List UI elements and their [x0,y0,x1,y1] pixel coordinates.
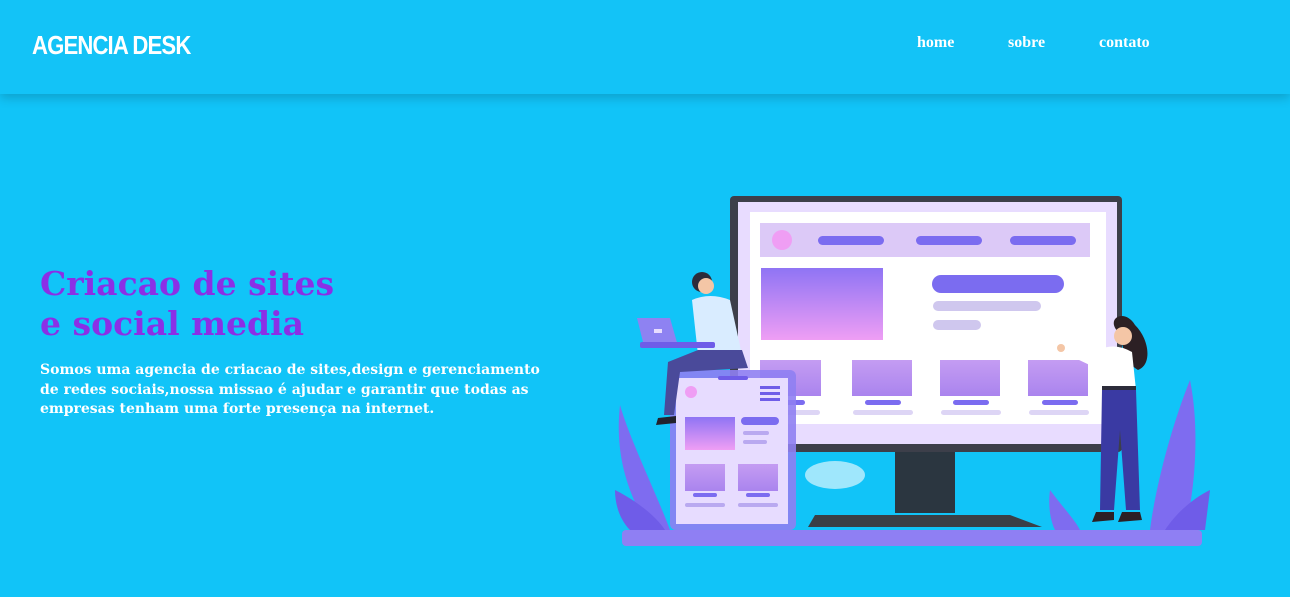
hero-title-line-2: e social media [40,304,305,343]
nav-contato[interactable]: contato [1099,34,1150,52]
nav-home[interactable]: home [917,34,954,52]
hero-title-line-1: Criacao de sites [40,264,335,303]
illustration-svg [615,196,1210,546]
website-design-illustration [610,190,1210,559]
hero-title: Criacao de sites e social media [40,264,334,344]
hero-description: Somos uma agencia de criacao de sites,de… [40,362,540,417]
nav-sobre[interactable]: sobre [1008,34,1045,52]
header: AGENCIA DESK home sobre contato [0,0,1290,94]
logo[interactable]: AGENCIA DESK [32,30,191,61]
